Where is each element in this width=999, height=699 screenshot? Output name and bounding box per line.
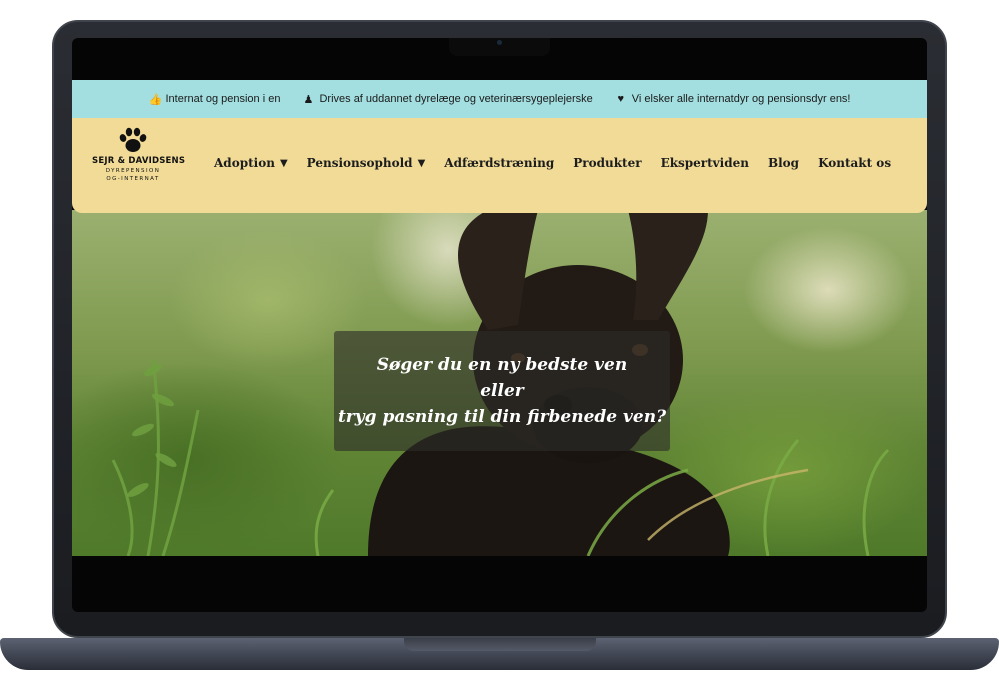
nav-item-label: Pensionsophold — [306, 156, 413, 170]
person-icon: ♟ — [303, 93, 314, 106]
nav-item-blog[interactable]: Blog — [768, 156, 799, 170]
site-logo[interactable]: SEJR & DAVIDSENS DYREPENSION OG-INTERNAT — [92, 126, 186, 183]
paw-icon — [119, 127, 147, 152]
hero-headline-line-2: eller — [480, 381, 524, 401]
announcement-label: Drives af uddannet dyrelæge og veterinær… — [319, 93, 593, 105]
nav-item-kontakt[interactable]: Kontakt os — [818, 156, 891, 170]
caret-down-icon: ▼ — [417, 157, 426, 169]
hero-headline-line-1: Søger du en ny bedste ven — [376, 355, 628, 375]
announcement-item-love: ♥ Vi elsker alle internatdyr og pensions… — [615, 93, 851, 105]
announcement-label: Internat og pension i en — [165, 93, 281, 105]
main-navbar: SEJR & DAVIDSENS DYREPENSION OG-INTERNAT… — [72, 118, 927, 213]
heart-icon: ♥ — [617, 93, 625, 105]
thumbs-up-icon: 👍 — [148, 93, 163, 106]
announcement-label: Vi elsker alle internatdyr og pensionsdy… — [631, 93, 851, 105]
nav-item-adfaerdstraening[interactable]: Adfærdstræning — [444, 156, 554, 170]
hero-headline-line-3: tryg pasning til din firbenede ven? — [337, 407, 667, 427]
announcement-bar: 👍 Internat og pension i en ♟ Drives af u… — [72, 80, 927, 118]
announcement-item-pension: 👍 Internat og pension i en — [148, 93, 280, 106]
nav-item-label: Produkter — [573, 156, 642, 170]
nav-item-label: Adfærdstræning — [444, 156, 555, 170]
hero-caption: Søger du en ny bedste ven eller tryg pas… — [334, 331, 670, 451]
nav-item-ekspertviden[interactable]: Ekspertviden — [661, 156, 749, 170]
announcement-item-staff: ♟ Drives af uddannet dyrelæge og veterin… — [302, 93, 593, 106]
nav-item-adoption[interactable]: Adoption ▼ — [214, 156, 288, 170]
logo-name: SEJR & DAVIDSENS — [92, 156, 186, 166]
laptop-hinge-notch — [404, 638, 596, 651]
caret-down-icon: ▼ — [279, 157, 288, 169]
camera-icon — [497, 40, 502, 45]
primary-nav: Adoption ▼ Pensionsophold ▼ Adfærdstræni… — [214, 156, 891, 170]
nav-item-pensionsophold[interactable]: Pensionsophold ▼ — [307, 156, 426, 170]
nav-item-label: Ekspertviden — [660, 156, 749, 170]
logo-line-2: OG-INTERNAT — [106, 176, 160, 182]
logo-line-1: DYREPENSION — [105, 168, 161, 174]
nav-item-produkter[interactable]: Produkter — [573, 156, 641, 170]
website: 👍 Internat og pension i en ♟ Drives af u… — [72, 80, 927, 556]
nav-item-label: Blog — [767, 156, 800, 170]
nav-item-label: Adoption — [214, 156, 275, 170]
nav-item-label: Kontakt os — [818, 156, 892, 170]
